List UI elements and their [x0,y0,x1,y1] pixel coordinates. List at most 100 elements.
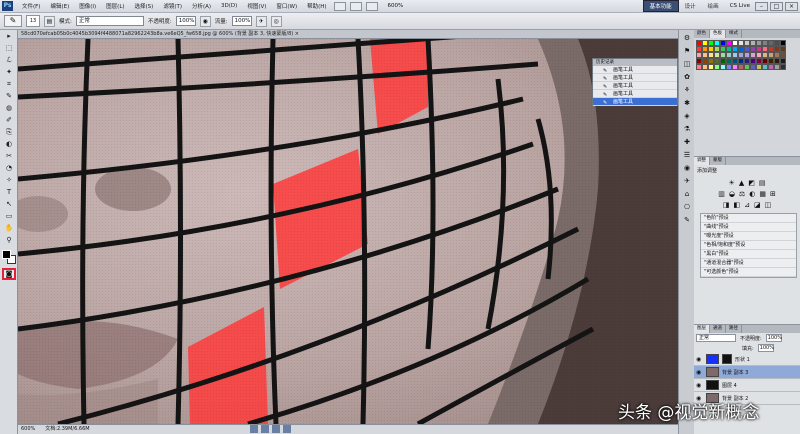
close-button[interactable]: × [785,1,798,11]
color-swatches[interactable] [2,250,16,264]
panel-icon[interactable]: ✈ [681,176,693,186]
panel-icon[interactable]: ✱ [681,98,693,108]
path-selection-tool-icon[interactable]: ↖ [2,199,16,210]
gradient-map-icon[interactable]: ◪ [754,201,761,209]
history-step-active[interactable]: ✎ 画笔工具 [593,98,677,106]
mode-select[interactable]: 正常 [75,16,144,26]
quick-mask-button[interactable]: ◙ [2,268,16,280]
layer-row-active[interactable]: ◉ 背景 副本 3 [694,366,800,379]
menu-select[interactable]: 选择(S) [130,2,159,10]
tab-styles[interactable]: 样式 [726,30,742,38]
panel-icon[interactable]: ◈ [681,111,693,121]
maximize-button[interactable]: □ [770,1,783,11]
move-tool-icon[interactable]: ▸ [2,31,16,42]
crop-tool-icon[interactable]: ⌗ [2,79,16,90]
tab-adjustments[interactable]: 调整 [694,157,710,165]
levels-icon[interactable]: ▲ [739,179,744,187]
dodge-tool-icon[interactable]: ✧ [2,175,16,186]
opacity-field[interactable]: 100% [175,16,196,26]
panel-icon[interactable]: ◫ [681,59,693,69]
eye-icon[interactable]: ◉ [696,369,703,376]
pressure-size-icon[interactable]: ◎ [270,15,282,27]
nav-icon[interactable] [249,425,258,433]
panel-icon[interactable]: ⎔ [681,202,693,212]
workspace-essentials-button[interactable]: 基本功能 [642,0,679,12]
quick-select-tool-icon[interactable]: ✦ [2,67,16,78]
tab-paths[interactable]: 路径 [726,325,742,333]
preset-item[interactable]: "曲线"预设 [701,223,796,232]
panel-icon[interactable]: ✚ [681,137,693,147]
preset-item[interactable]: "色相/饱和度"预设 [701,241,796,250]
preset-item[interactable]: "可选颜色"预设 [701,268,796,277]
exposure-icon[interactable]: ▤ [759,179,766,187]
hand-tool-icon[interactable]: ✋ [2,223,16,234]
vibrance-icon[interactable]: ▥ [718,190,725,198]
type-tool-icon[interactable]: T [2,187,16,198]
history-step[interactable]: ✎ 画笔工具 [593,74,677,82]
menu-layer[interactable]: 图层(L) [101,2,129,10]
preset-item[interactable]: "曝光度"预设 [701,232,796,241]
minimize-button[interactable]: – [755,1,768,11]
history-panel-header[interactable]: 历史记录 [593,59,677,66]
status-zoom[interactable]: 600% [21,425,35,434]
lasso-tool-icon[interactable]: ℒ [2,55,16,66]
hue-saturation-icon[interactable]: ◒ [729,190,735,198]
document-tab[interactable]: 58cd070efcab05b0c4045b3094f4488071a82962… [18,30,678,39]
hand-tool-button[interactable] [365,1,378,11]
flow-field[interactable]: 100% [231,16,252,26]
menu-3d[interactable]: 3D(D) [216,3,242,9]
panel-icon[interactable]: ⚘ [681,85,693,95]
curves-icon[interactable]: ◩ [748,179,755,187]
menu-view[interactable]: 视图(V) [242,2,271,10]
panel-icon[interactable]: ⚑ [681,46,693,56]
brightness-icon[interactable]: ☀ [729,179,735,187]
color-swatch[interactable] [780,64,786,70]
nav-icon[interactable] [282,425,291,433]
mini-bridge-button[interactable] [349,1,362,11]
menu-edit[interactable]: 编辑(E) [45,2,74,10]
workspace-design[interactable]: 设计 [679,2,702,10]
bridge-button[interactable] [333,1,346,11]
threshold-icon[interactable]: ⊿ [744,201,750,209]
panel-icon[interactable]: ⌂ [681,189,693,199]
nav-icon[interactable] [260,425,269,433]
channel-mixer-icon[interactable]: ⊞ [770,190,776,198]
eraser-tool-icon[interactable]: ✂ [2,151,16,162]
image-canvas[interactable] [18,39,678,424]
airbrush-icon[interactable]: ✈ [255,15,267,27]
zoom-tool-icon[interactable]: ⚲ [2,235,16,246]
gradient-tool-icon[interactable]: ◔ [2,163,16,174]
panel-icon[interactable]: ✿ [681,72,693,82]
selective-color-icon[interactable]: ◫ [765,201,772,209]
marquee-tool-icon[interactable]: ⬚ [2,43,16,54]
layer-row[interactable]: ◉ 形状 1 [694,353,800,366]
brush-preset-picker[interactable]: ✎ [4,15,22,27]
photo-filter-icon[interactable]: ▦ [759,190,766,198]
shape-tool-icon[interactable]: ▭ [2,211,16,222]
foreground-color-swatch[interactable] [2,250,11,259]
healing-brush-tool-icon[interactable]: ◍ [2,103,16,114]
brush-size-field[interactable]: 13 [26,15,40,27]
menu-help[interactable]: 帮助(H) [302,2,331,10]
eye-icon[interactable]: ◉ [696,356,703,363]
panel-icon[interactable]: ◉ [681,163,693,173]
brush-tool-icon[interactable]: ✐ [2,115,16,126]
tab-masks[interactable]: 蒙版 [710,157,726,165]
layer-row[interactable]: ◉ 图层 4 [694,379,800,392]
history-step[interactable]: ✎ 画笔工具 [593,90,677,98]
history-step[interactable]: ✎ 画笔工具 [593,82,677,90]
panel-icon[interactable]: ⚙ [681,33,693,43]
invert-icon[interactable]: ◨ [723,201,730,209]
history-brush-tool-icon[interactable]: ◐ [2,139,16,150]
blend-mode-select[interactable]: 正常 [696,334,736,342]
preset-item[interactable]: "黑白"预设 [701,250,796,259]
cs-live-button[interactable]: CS Live [725,3,755,9]
panel-icon[interactable]: ✎ [681,215,693,225]
layer-fill-field[interactable]: 100% [757,344,774,352]
menu-file[interactable]: 文件(F) [17,2,45,10]
clone-stamp-tool-icon[interactable]: ⎘ [2,127,16,138]
workspace-painting[interactable]: 绘画 [702,2,725,10]
tab-layers[interactable]: 图层 [694,325,710,333]
color-balance-icon[interactable]: ⚖ [739,190,745,198]
panel-icon[interactable]: ☰ [681,150,693,160]
